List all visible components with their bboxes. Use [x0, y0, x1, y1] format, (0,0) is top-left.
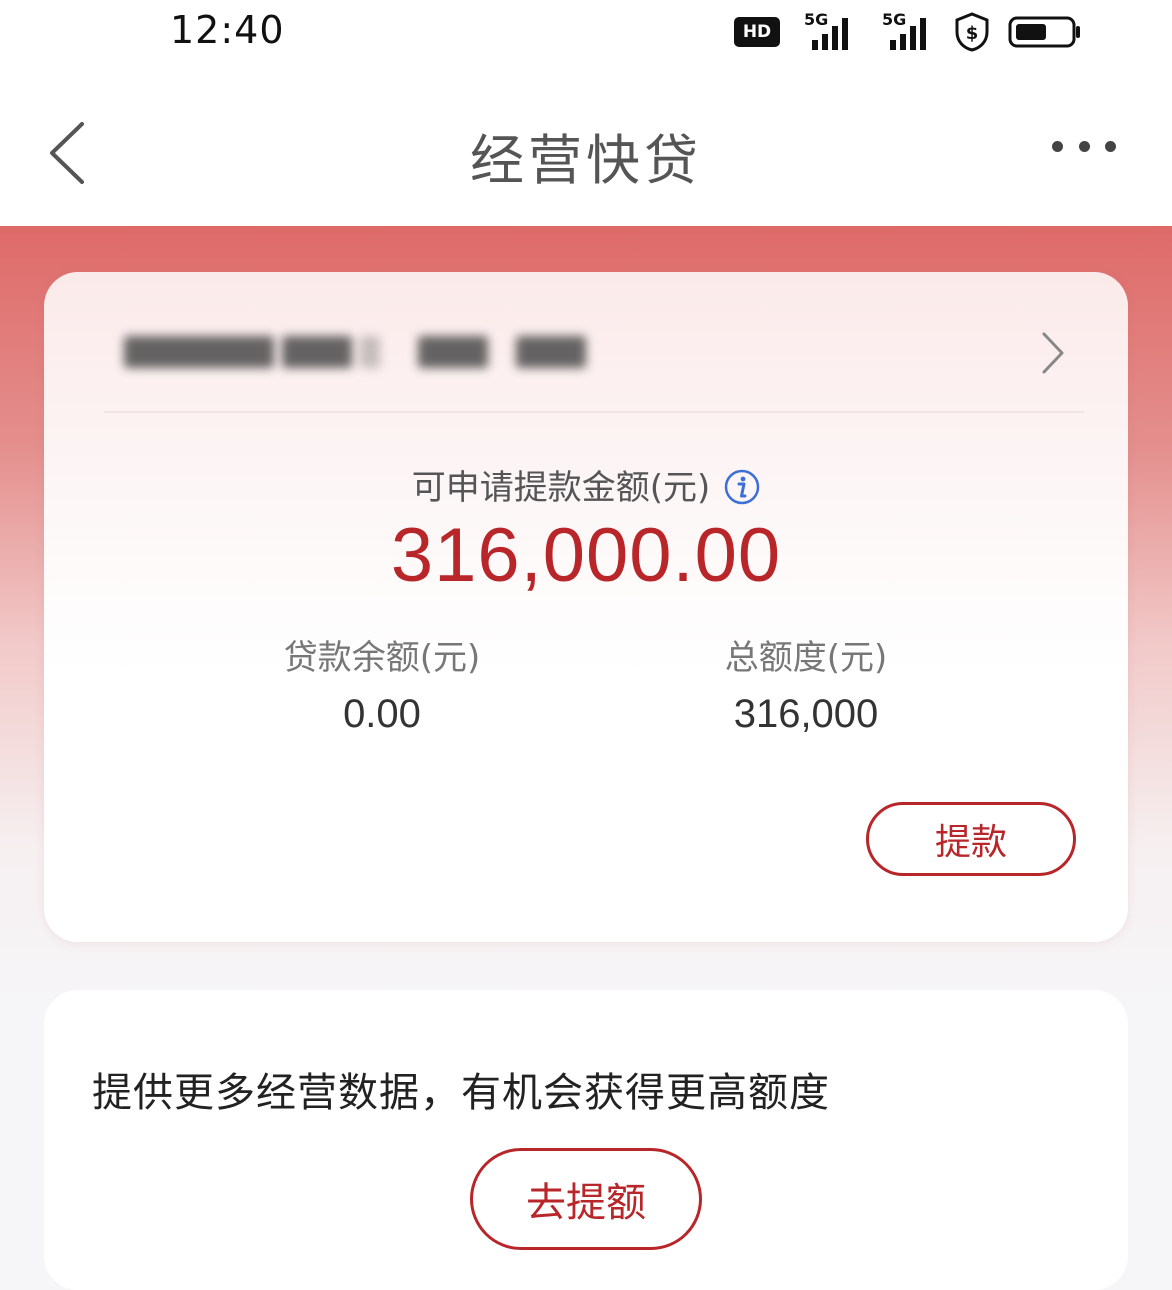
- account-name-row[interactable]: [84, 312, 1088, 407]
- page-title: 经营快贷: [470, 129, 702, 192]
- dot: [1052, 140, 1063, 152]
- withdraw-button[interactable]: 提款: [866, 802, 1076, 876]
- total-limit-stat: 总额度(元) 316,000: [626, 636, 986, 742]
- raise-limit-promo-text: 提供更多经营数据，有机会获得更高额度: [92, 1070, 830, 1116]
- status-time: 12:40: [170, 8, 285, 52]
- masked-text-block: [360, 336, 380, 368]
- available-amount-label-row: 可申请提款金额(元): [44, 460, 1128, 509]
- signal-5g-icon: 5G: [876, 10, 936, 52]
- divider: [104, 411, 1084, 413]
- nav-bar: 经营快贷: [0, 70, 1172, 226]
- network-type-label: 5G: [804, 10, 829, 29]
- status-bar: 12:40 HD 5G 5G $: [0, 0, 1172, 70]
- chevron-right-icon: [1042, 332, 1064, 374]
- available-amount-value: 316,000.00: [390, 513, 782, 598]
- more-dots-icon[interactable]: [1052, 136, 1116, 156]
- available-amount-label: 可申请提款金额(元): [411, 468, 711, 508]
- status-icons: HD 5G 5G $: [734, 10, 1082, 52]
- total-limit-value: 316,000: [733, 692, 879, 736]
- masked-text-block: [124, 336, 274, 368]
- raise-limit-card: 提供更多经营数据，有机会获得更高额度 去提额: [44, 990, 1128, 1290]
- loan-balance-stat: 贷款余额(元) 0.00: [202, 636, 562, 742]
- info-icon[interactable]: [724, 469, 760, 505]
- loan-balance-value: 0.00: [343, 692, 421, 736]
- masked-text-block: [282, 336, 352, 368]
- loan-balance-label: 贷款余额(元): [283, 638, 481, 678]
- masked-text-block: [516, 336, 586, 368]
- signal-5g-icon: 5G: [798, 10, 858, 52]
- battery-icon: [1008, 16, 1080, 48]
- security-shield-icon: $: [955, 12, 989, 52]
- hd-voice-icon: HD: [734, 17, 780, 47]
- masked-account-name: [124, 332, 644, 372]
- dot: [1078, 140, 1090, 152]
- raise-limit-button[interactable]: 去提额: [470, 1148, 702, 1250]
- loan-summary-card: 可申请提款金额(元) 316,000.00 贷款余额(元) 0.00 总额度(元…: [44, 272, 1128, 942]
- network-type-label: 5G: [882, 10, 907, 29]
- dot: [1105, 140, 1116, 152]
- total-limit-label: 总额度(元): [724, 638, 888, 678]
- masked-text-block: [418, 336, 488, 368]
- svg-text:$: $: [966, 23, 979, 44]
